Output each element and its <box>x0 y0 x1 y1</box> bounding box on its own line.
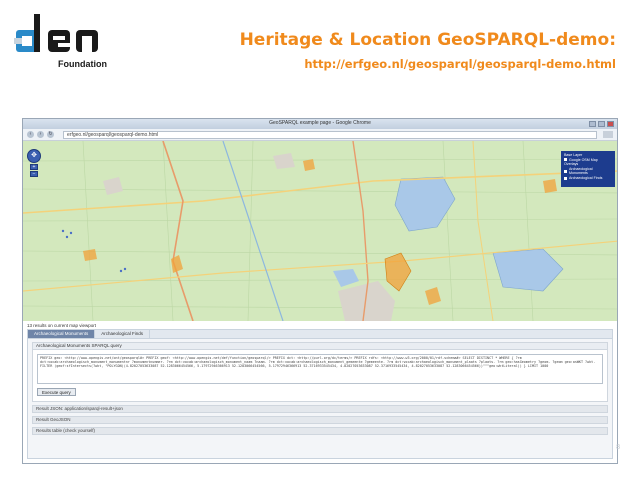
overlay-option[interactable]: Archaeological Finds <box>564 176 612 181</box>
browser-toolbar: ‹ › ↻ erfgeo.nl/geosparql/geosparql-demo… <box>23 129 617 141</box>
checkbox-icon[interactable] <box>564 176 567 180</box>
accordion-result-json[interactable]: Result JSON: application/sparql-result+j… <box>32 405 608 413</box>
map-tiles <box>23 141 617 321</box>
browser-window: GeoSPARQL example page - Google Chrome ‹… <box>22 118 618 464</box>
execute-query-button[interactable]: Execute query <box>37 388 76 396</box>
slide-number: 8 <box>616 444 620 451</box>
maximize-icon[interactable] <box>598 121 605 127</box>
overlay-option[interactable]: Archaeological Monuments <box>564 167 612 176</box>
address-bar[interactable]: erfgeo.nl/geosparql/geosparql-demo.html <box>63 131 597 139</box>
results-panel: Archaeological Monuments Archaeological … <box>27 329 613 459</box>
radio-icon[interactable] <box>564 158 567 162</box>
menu-icon[interactable] <box>603 131 613 138</box>
window-controls <box>589 121 614 127</box>
window-titlebar: GeoSPARQL example page - Google Chrome <box>23 119 617 129</box>
results-tabs: Archaeological Monuments Archaeological … <box>28 330 612 339</box>
zoom-in-button[interactable]: + <box>30 164 38 170</box>
window-title: GeoSPARQL example page - Google Chrome <box>269 120 371 126</box>
logo-subtext: Foundation <box>58 59 107 69</box>
slide-url[interactable]: http://erfgeo.nl/geosparql/geosparql-dem… <box>304 57 616 71</box>
close-icon[interactable] <box>607 121 614 127</box>
accordion-query-body: PREFIX geo: <http://www.opengis.net/ont/… <box>32 350 608 402</box>
accordion-result-geojson[interactable]: Result GeoJSON <box>32 416 608 424</box>
accordion-results-table[interactable]: Results table (check yourself) <box>32 427 608 435</box>
den-logo-mark <box>14 14 98 52</box>
checkbox-icon[interactable] <box>564 169 567 173</box>
back-icon[interactable]: ‹ <box>27 131 34 138</box>
slide-title: Heritage & Location GeoSPARQL-demo: <box>239 30 616 50</box>
reload-icon[interactable]: ↻ <box>47 131 54 138</box>
map-viewport[interactable]: ✥ + − Base Layer Google OSM Map Overlays… <box>23 141 617 321</box>
sparql-query-textarea[interactable]: PREFIX geo: <http://www.opengis.net/ont/… <box>37 354 603 384</box>
tab-archaeological-monuments[interactable]: Archaeological Monuments <box>28 330 96 338</box>
den-foundation-logo: Foundation <box>14 10 124 72</box>
results-summary: 13 results on current map viewport <box>27 323 97 328</box>
pan-icon[interactable]: ✥ <box>27 149 41 163</box>
layer-switcher: Base Layer Google OSM Map Overlays Archa… <box>561 151 615 187</box>
zoom-out-button[interactable]: − <box>30 171 38 177</box>
tab-archaeological-finds[interactable]: Archaeological Finds <box>95 330 151 338</box>
accordion-query-header[interactable]: Archaeological Monuments SPARQL query <box>32 342 608 350</box>
minimize-icon[interactable] <box>589 121 596 127</box>
map-zoom-control: ✥ + − <box>27 149 41 177</box>
forward-icon[interactable]: › <box>37 131 44 138</box>
